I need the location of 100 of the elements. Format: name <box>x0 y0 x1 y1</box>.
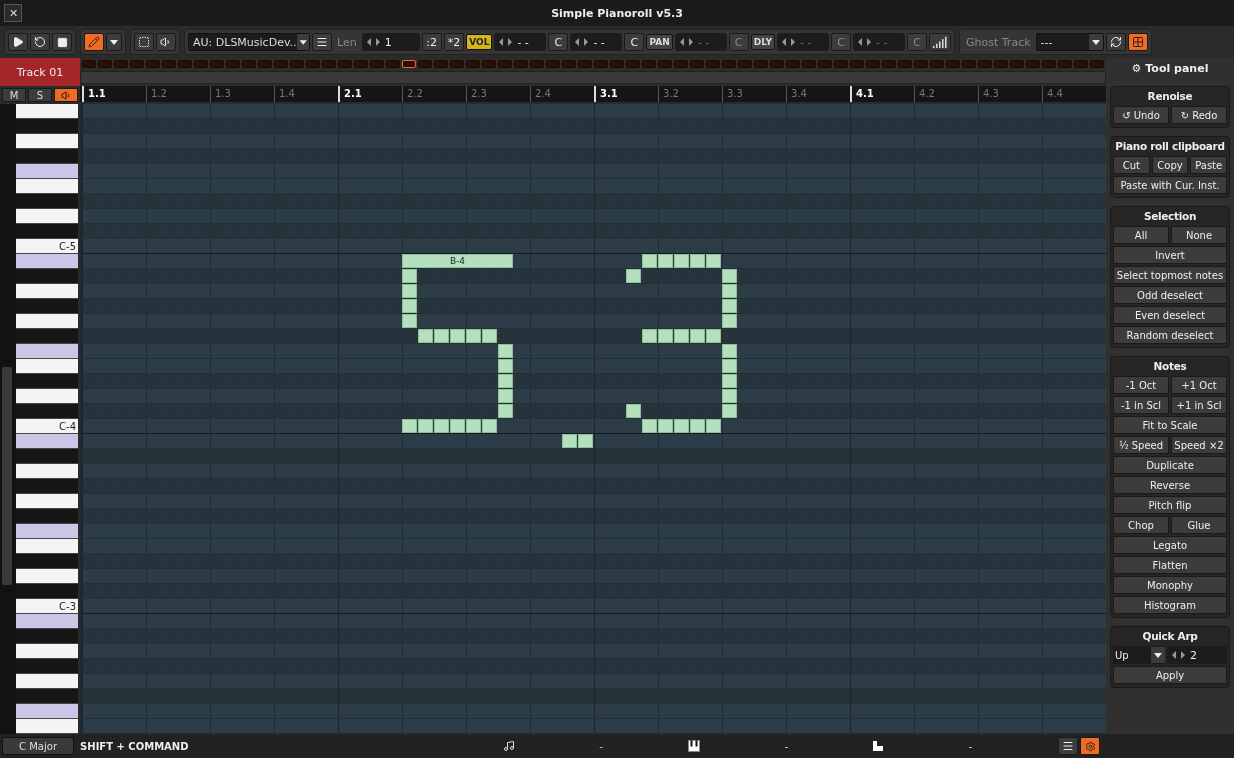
tool-button[interactable]: Reverse <box>1113 476 1227 494</box>
length-button[interactable]: *2 <box>443 33 465 51</box>
tool-button[interactable]: -1 in Scl <box>1113 396 1169 414</box>
line-cell[interactable] <box>834 59 848 68</box>
line-cell[interactable] <box>514 59 528 68</box>
line-cell[interactable] <box>274 59 288 68</box>
tool-button[interactable]: All <box>1113 226 1169 244</box>
note[interactable] <box>642 329 657 343</box>
mute-button[interactable]: M <box>2 88 26 102</box>
line-cell[interactable] <box>626 59 640 68</box>
note[interactable] <box>658 419 673 433</box>
param-value-box[interactable]: - - <box>570 33 623 51</box>
piano-key[interactable] <box>16 434 78 449</box>
step-arrows-icon[interactable] <box>499 38 514 46</box>
note[interactable] <box>722 284 737 298</box>
note[interactable] <box>418 329 433 343</box>
note[interactable] <box>498 344 513 358</box>
note[interactable] <box>434 419 449 433</box>
line-cell[interactable] <box>434 59 448 68</box>
line-cell[interactable] <box>578 59 592 68</box>
tool-button[interactable]: Chop <box>1113 516 1169 534</box>
select-tool-button[interactable] <box>134 33 154 51</box>
piano-key[interactable] <box>16 524 78 539</box>
line-cell[interactable] <box>850 59 864 68</box>
line-cell[interactable] <box>530 59 544 68</box>
line-cell[interactable] <box>706 59 720 68</box>
note[interactable] <box>706 419 721 433</box>
line-cell[interactable] <box>306 59 320 68</box>
note[interactable] <box>722 404 737 418</box>
note[interactable] <box>626 404 641 418</box>
note[interactable] <box>626 269 641 283</box>
param-value-box[interactable]: - - <box>494 33 547 51</box>
piano-key[interactable]: C-4 <box>16 419 78 434</box>
piano-key[interactable] <box>16 569 78 584</box>
line-cell[interactable] <box>978 59 992 68</box>
tool-button[interactable]: Copy <box>1151 156 1189 174</box>
note[interactable] <box>674 254 689 268</box>
note[interactable] <box>706 254 721 268</box>
tool-button[interactable]: Select topmost notes <box>1113 266 1227 284</box>
line-cell[interactable] <box>722 59 736 68</box>
preview-speaker-button[interactable] <box>54 88 78 102</box>
refresh-button[interactable] <box>1105 33 1126 51</box>
line-cell[interactable] <box>914 59 928 68</box>
note[interactable] <box>642 419 657 433</box>
note[interactable] <box>402 314 417 328</box>
line-cell[interactable] <box>690 59 704 68</box>
note[interactable] <box>674 329 689 343</box>
note[interactable] <box>722 374 737 388</box>
speaker-button[interactable] <box>156 33 176 51</box>
note[interactable] <box>722 269 737 283</box>
close-button[interactable]: ✕ <box>4 4 22 22</box>
line-cell[interactable] <box>994 59 1008 68</box>
note[interactable] <box>482 419 497 433</box>
stop-button[interactable] <box>52 33 72 51</box>
piano-key[interactable] <box>16 389 78 404</box>
note[interactable] <box>498 359 513 373</box>
tool-button[interactable]: Legato <box>1113 536 1227 554</box>
tool-button[interactable]: ↻ Redo <box>1171 106 1227 124</box>
note[interactable] <box>578 434 593 448</box>
note[interactable] <box>562 434 577 448</box>
velocity-button[interactable] <box>929 33 951 51</box>
line-cell[interactable] <box>658 59 672 68</box>
line-cell[interactable] <box>482 59 496 68</box>
tool-button[interactable]: Invert <box>1113 246 1227 264</box>
piano-key[interactable] <box>16 539 78 554</box>
note[interactable] <box>722 389 737 403</box>
piano-key[interactable] <box>16 179 78 194</box>
step-arrows-icon[interactable] <box>575 38 590 46</box>
tool-button[interactable]: Paste with Cur. Inst. <box>1113 176 1227 194</box>
tool-button[interactable]: +1 in Scl <box>1171 396 1227 414</box>
menu-button[interactable] <box>312 33 332 51</box>
line-cell[interactable] <box>1090 59 1104 68</box>
piano-key[interactable]: C-3 <box>16 599 78 614</box>
line-cell[interactable] <box>898 59 912 68</box>
instrument-dropdown[interactable]: AU: DLSMusicDev.. <box>188 33 310 51</box>
piano-key[interactable] <box>16 284 78 299</box>
line-cell[interactable] <box>642 59 656 68</box>
line-cell[interactable] <box>738 59 752 68</box>
line-cell[interactable] <box>674 59 688 68</box>
line-cell[interactable] <box>226 59 240 68</box>
note[interactable] <box>722 314 737 328</box>
scrollbar-thumb[interactable] <box>2 367 12 585</box>
reset-button[interactable]: C <box>624 33 645 51</box>
note[interactable] <box>434 329 449 343</box>
list-button[interactable] <box>1058 737 1078 755</box>
note[interactable] <box>642 254 657 268</box>
tool-button[interactable]: Apply <box>1113 666 1227 684</box>
note[interactable] <box>402 299 417 313</box>
tool-button[interactable]: -1 Oct <box>1113 376 1169 394</box>
note[interactable] <box>722 299 737 313</box>
line-cell[interactable] <box>562 59 576 68</box>
note[interactable] <box>658 329 673 343</box>
tool-button[interactable]: Histogram <box>1113 596 1227 614</box>
note[interactable] <box>450 329 465 343</box>
note[interactable] <box>674 419 689 433</box>
note[interactable] <box>706 329 721 343</box>
note[interactable] <box>690 329 705 343</box>
length-value-box[interactable]: 1 <box>361 33 420 51</box>
ghost-track-dropdown[interactable]: --- <box>1035 33 1104 51</box>
line-cell[interactable] <box>802 59 816 68</box>
